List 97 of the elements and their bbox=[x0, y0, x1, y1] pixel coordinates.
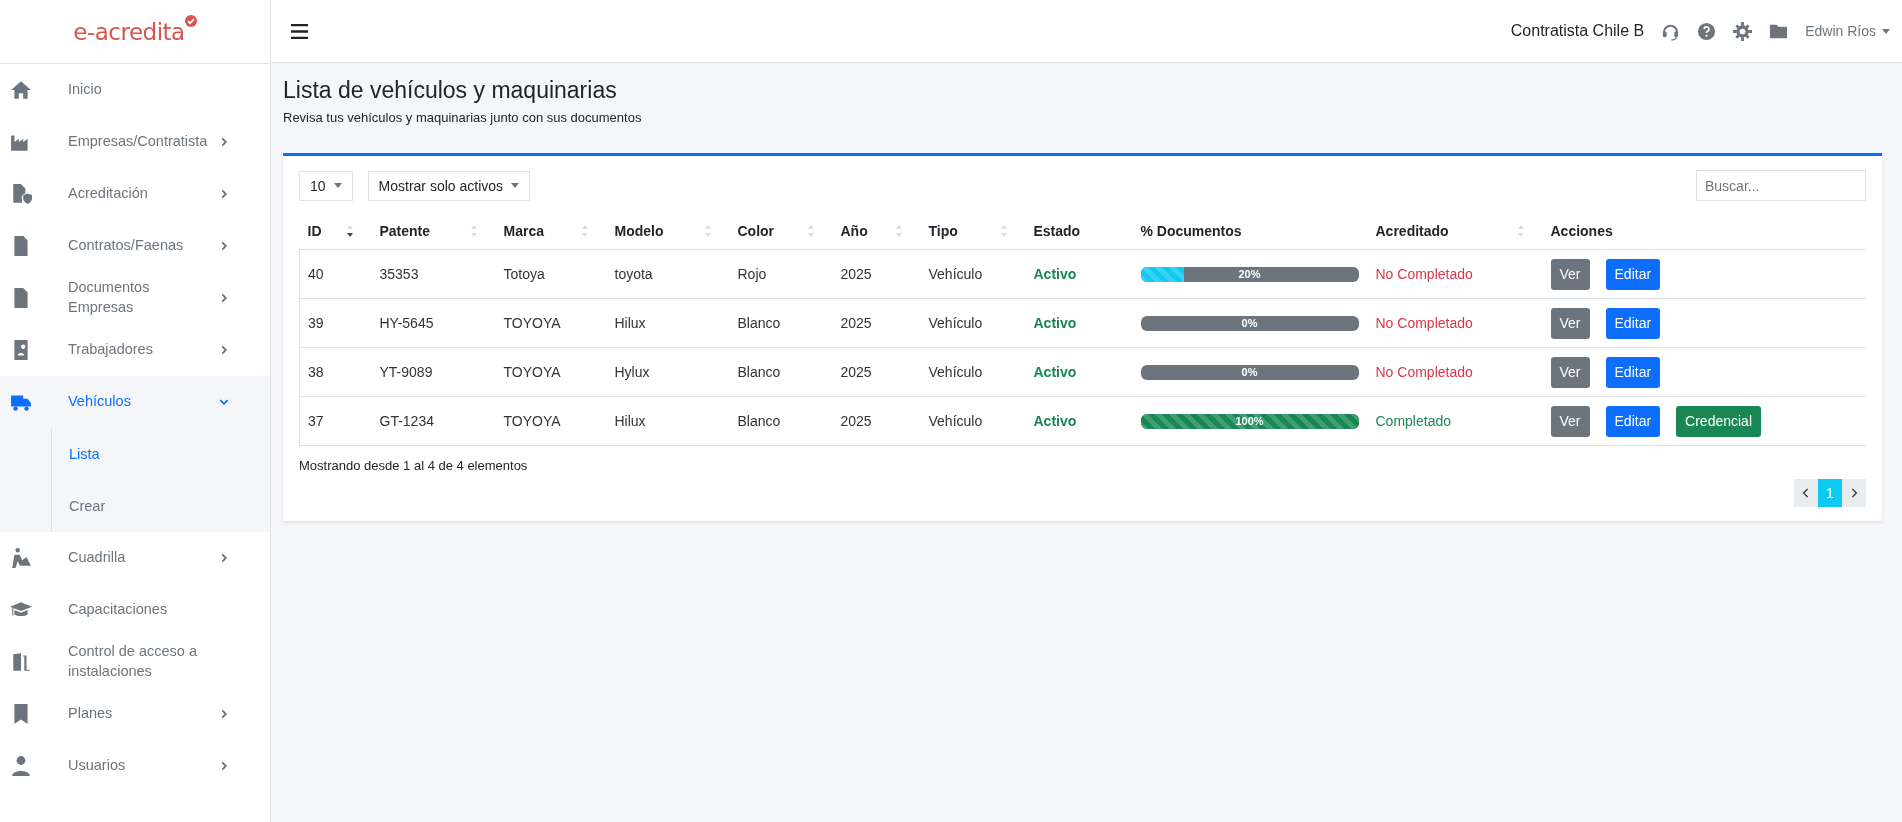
table-cell: Vehículo bbox=[928, 413, 983, 429]
table-cell: GT-1234 bbox=[379, 413, 434, 429]
table-cell: Rojo bbox=[737, 266, 767, 282]
table-cell: 2025 bbox=[840, 364, 872, 380]
table-cell: TOYOYA bbox=[503, 364, 561, 380]
page-title: Lista de vehículos y maquinarias bbox=[283, 77, 618, 104]
sidebar-item[interactable]: Trabajadores bbox=[0, 324, 270, 376]
worker-icon bbox=[10, 547, 32, 569]
status-text: Activo bbox=[1033, 364, 1077, 380]
progress-label: 100% bbox=[1235, 415, 1264, 427]
accreditation-status: No Completado bbox=[1375, 364, 1473, 380]
progress-label: 0% bbox=[1241, 317, 1258, 329]
status-text: Activo bbox=[1033, 266, 1077, 282]
sidebar-item[interactable]: Capacitaciones bbox=[0, 584, 270, 636]
sort-icon[interactable] bbox=[345, 224, 354, 238]
sidebar-item[interactable]: Vehículos bbox=[0, 376, 270, 428]
column-header[interactable]: Tipo bbox=[928, 223, 958, 239]
sidebar-item[interactable]: Cuadrilla bbox=[0, 532, 270, 584]
table-cell: 2025 bbox=[840, 266, 872, 282]
column-header[interactable]: Modelo bbox=[614, 223, 664, 239]
filter-dropdown[interactable]: Mostrar solo activos bbox=[367, 170, 531, 201]
sidebar-item[interactable]: Planes bbox=[0, 688, 270, 740]
previous-page-button[interactable] bbox=[1794, 479, 1818, 507]
help-icon[interactable] bbox=[1697, 21, 1717, 41]
view-button[interactable]: Ver bbox=[1550, 258, 1590, 290]
chevron-right-icon bbox=[1850, 487, 1858, 499]
menu-icon[interactable] bbox=[291, 23, 308, 39]
status-text: Activo bbox=[1033, 315, 1077, 331]
table-cell: Totoya bbox=[503, 266, 545, 282]
settings-icon[interactable] bbox=[1733, 21, 1753, 41]
page-subtitle: Revisa tus vehículos y maquinarias junto con sus documentos bbox=[283, 110, 643, 125]
accreditation-status: No Completado bbox=[1375, 315, 1473, 331]
table-cell: 2025 bbox=[840, 413, 872, 429]
column-header[interactable]: Acreditado bbox=[1375, 223, 1449, 239]
column-header[interactable]: Marca bbox=[503, 223, 544, 239]
table-cell: Vehículo bbox=[928, 266, 983, 282]
table-cell: TOYOYA bbox=[503, 413, 561, 429]
page-size-dropdown[interactable]: 10 bbox=[299, 170, 353, 201]
table-cell: TOYOYA bbox=[503, 315, 561, 331]
view-button[interactable]: Ver bbox=[1550, 405, 1590, 437]
table-cell: Vehículo bbox=[928, 364, 983, 380]
table-cell: 38 bbox=[308, 364, 324, 380]
column-header[interactable]: Color bbox=[737, 223, 775, 239]
progress-fill bbox=[1140, 266, 1185, 282]
progress-label: 0% bbox=[1241, 366, 1258, 378]
table-cell: 35353 bbox=[379, 266, 419, 282]
sidebar-item[interactable]: Usuarios bbox=[0, 740, 270, 792]
column-header: Estado bbox=[1033, 223, 1081, 239]
table-cell: 2025 bbox=[840, 315, 872, 331]
status-text: Activo bbox=[1033, 413, 1077, 429]
search-field[interactable]: Buscar... bbox=[1696, 170, 1866, 201]
sidebar-item[interactable]: Empresas/Contratista bbox=[0, 116, 270, 168]
sidebar-item[interactable]: Documentos Empresas bbox=[0, 272, 270, 324]
column-header[interactable]: Patente bbox=[379, 223, 431, 239]
accreditation-status: Completado bbox=[1375, 413, 1451, 429]
user-icon bbox=[10, 755, 32, 777]
edit-button[interactable]: Editar bbox=[1605, 307, 1661, 339]
sidebar-item[interactable]: Contratos/Faenas bbox=[0, 220, 270, 272]
sidebar-item[interactable]: Acreditación bbox=[0, 168, 270, 220]
user-menu[interactable]: Edwin Ríos bbox=[1805, 23, 1890, 39]
credential-button[interactable]: Credencial bbox=[1676, 405, 1762, 437]
table-cell: 39 bbox=[308, 315, 324, 331]
edit-button[interactable]: Editar bbox=[1605, 356, 1661, 388]
column-header: % Documentos bbox=[1140, 223, 1242, 239]
company-name: Contratista Chile B bbox=[1510, 22, 1645, 40]
table-cell: Blanco bbox=[737, 364, 781, 380]
accreditation-status: No Completado bbox=[1375, 266, 1473, 282]
next-page-button[interactable] bbox=[1842, 479, 1866, 507]
table-cell: Blanco bbox=[737, 413, 781, 429]
table-cell: 37 bbox=[308, 413, 324, 429]
table-cell: HY-5645 bbox=[379, 315, 434, 331]
table-cell: toyota bbox=[614, 266, 653, 282]
column-header: Acciones bbox=[1550, 223, 1613, 239]
table-cell: Hylux bbox=[614, 364, 650, 380]
progress-label: 20% bbox=[1238, 268, 1261, 280]
table-cell: Hilux bbox=[614, 315, 646, 331]
submenu-item[interactable]: Crear bbox=[51, 480, 270, 532]
edit-button[interactable]: Editar bbox=[1605, 258, 1661, 290]
table-cell: Vehículo bbox=[928, 315, 983, 331]
sidebar-item[interactable]: Control de acceso a instalaciones bbox=[0, 636, 270, 688]
table-cell: 40 bbox=[308, 266, 324, 282]
home-icon bbox=[10, 79, 32, 101]
sidebar-item[interactable]: Inicio bbox=[0, 64, 270, 116]
column-header[interactable]: ID bbox=[307, 223, 322, 239]
door-icon bbox=[10, 651, 32, 673]
table-cell: YT-9089 bbox=[379, 364, 433, 380]
view-button[interactable]: Ver bbox=[1550, 356, 1590, 388]
submenu-item[interactable]: Lista bbox=[51, 428, 270, 480]
logo[interactable]: e-acredita bbox=[73, 18, 197, 45]
edit-button[interactable]: Editar bbox=[1605, 405, 1661, 437]
view-button[interactable]: Ver bbox=[1550, 307, 1590, 339]
chevron-left-icon bbox=[1802, 487, 1810, 499]
table-info: Mostrando desde 1 al 4 de 4 elementos bbox=[299, 458, 529, 473]
shield-document-icon bbox=[10, 183, 32, 205]
column-header[interactable]: Año bbox=[840, 223, 868, 239]
table-cell: Hilux bbox=[614, 413, 646, 429]
table-cell: Blanco bbox=[737, 315, 781, 331]
